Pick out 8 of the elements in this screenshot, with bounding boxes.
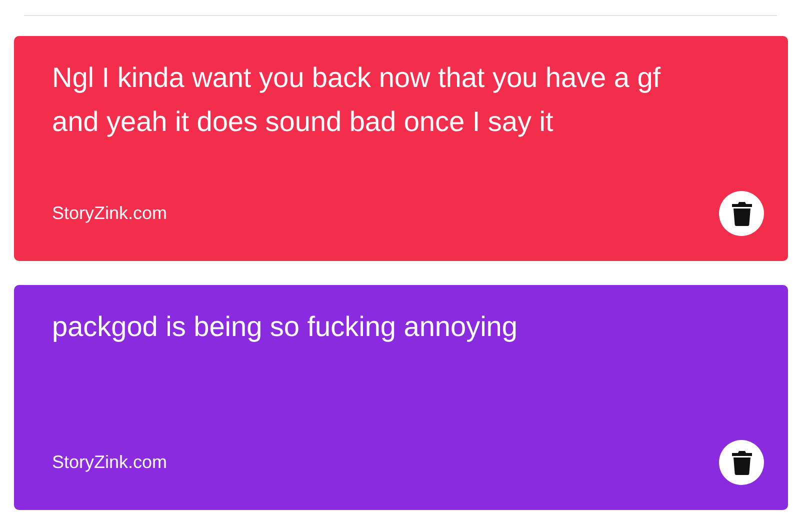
post-text: packgod is being so fucking annoying xyxy=(52,310,518,344)
source-label: StoryZink.com xyxy=(52,452,168,473)
post-text: Ngl I kinda want you back now that you have a gf and yeah it does sound bad once I say it xyxy=(52,61,662,139)
trash-icon xyxy=(732,450,752,474)
delete-button[interactable] xyxy=(719,440,764,485)
source-label: StoryZink.com xyxy=(52,203,168,224)
delete-button[interactable] xyxy=(719,191,764,236)
trash-icon xyxy=(732,202,752,226)
